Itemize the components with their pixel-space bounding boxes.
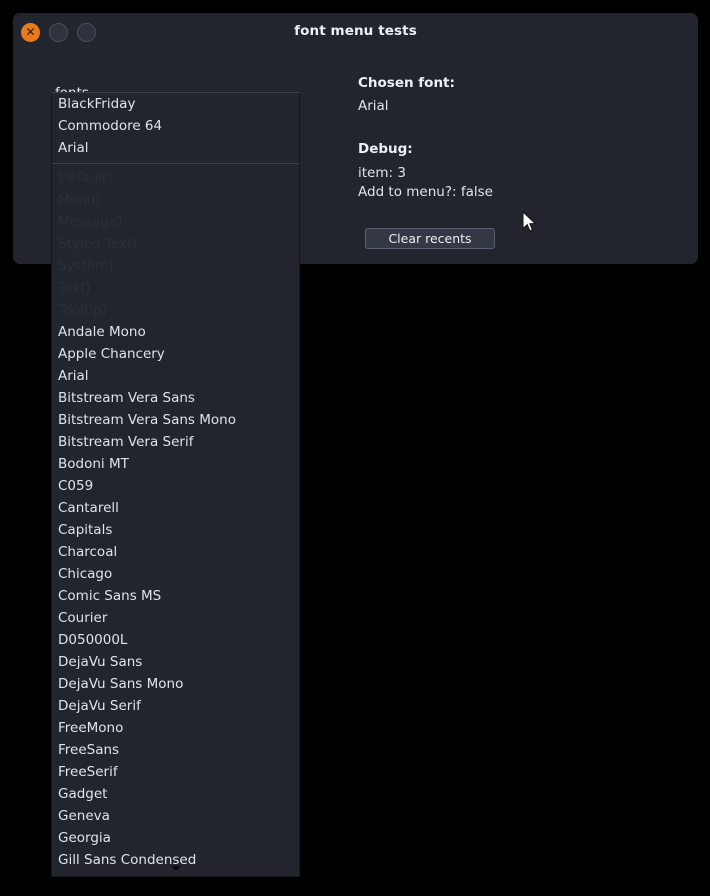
dropdown-disabled-item: Text): [58, 280, 91, 296]
dropdown-font-item[interactable]: Bitstream Vera Sans: [52, 387, 299, 409]
dropdown-disabled-item: Message): [58, 214, 123, 230]
dropdown-disabled-item: Tooltip): [58, 302, 108, 318]
clear-recents-button[interactable]: Clear recents: [365, 228, 495, 249]
dropdown-disabled-item: Default): [58, 170, 113, 186]
dropdown-font-item[interactable]: Courier: [52, 607, 299, 629]
dropdown-disabled-item: Styled Text): [58, 236, 138, 252]
dropdown-recent-item[interactable]: BlackFriday: [52, 93, 299, 115]
dropdown-font-item[interactable]: DejaVu Serif: [52, 695, 299, 717]
dropdown-recent-item[interactable]: Arial: [52, 137, 299, 159]
dropdown-font-item[interactable]: FreeMono: [52, 717, 299, 739]
font-dropdown-menu[interactable]: BlackFriday Commodore 64 Arial Default) Menu…: [51, 92, 300, 877]
dropdown-font-item[interactable]: Arial: [52, 365, 299, 387]
dropdown-font-item[interactable]: Chicago: [52, 563, 299, 585]
dropdown-recent-item[interactable]: Commodore 64: [52, 115, 299, 137]
debug-line-item: item: 3: [358, 165, 406, 181]
debug-line-add-to-menu: Add to menu?: false: [358, 184, 493, 200]
screen: ✕ font menu tests fonts Chosen font: Ari…: [0, 0, 710, 896]
window-title: font menu tests: [294, 23, 417, 39]
chosen-font-value: Arial: [358, 98, 389, 114]
dropdown-font-item[interactable]: DejaVu Sans Mono: [52, 673, 299, 695]
dropdown-font-item[interactable]: FreeSans: [52, 739, 299, 761]
dropdown-separator: [52, 163, 299, 164]
dropdown-font-item[interactable]: Capitals: [52, 519, 299, 541]
dropdown-font-item[interactable]: Andale Mono: [52, 321, 299, 343]
dropdown-font-item[interactable]: DejaVu Sans: [52, 651, 299, 673]
dropdown-font-item[interactable]: Gadget: [52, 783, 299, 805]
dropdown-disabled-item: System): [58, 258, 114, 274]
dropdown-font-item[interactable]: Geneva: [52, 805, 299, 827]
dropdown-font-item[interactable]: Bitstream Vera Serif: [52, 431, 299, 453]
info-panel: Chosen font: Arial Debug: item: 3 Add to…: [358, 75, 688, 249]
dropdown-font-item[interactable]: FreeSerif: [52, 761, 299, 783]
dropdown-font-item[interactable]: Bitstream Vera Sans Mono: [52, 409, 299, 431]
dropdown-font-item[interactable]: Charcoal: [52, 541, 299, 563]
dropdown-font-item[interactable]: D050000L: [52, 629, 299, 651]
window-titlebar[interactable]: ✕ font menu tests: [13, 13, 698, 49]
debug-heading: Debug:: [358, 141, 413, 157]
dropdown-font-item[interactable]: Comic Sans MS: [52, 585, 299, 607]
chevron-down-icon[interactable]: [52, 861, 299, 875]
dropdown-font-item[interactable]: Bodoni MT: [52, 453, 299, 475]
chosen-font-heading: Chosen font:: [358, 75, 455, 91]
font-dropdown-list: BlackFriday Commodore 64 Arial Default) Menu…: [52, 93, 299, 871]
dropdown-font-item[interactable]: Apple Chancery: [52, 343, 299, 365]
dropdown-font-item[interactable]: Cantarell: [52, 497, 299, 519]
dropdown-font-item[interactable]: C059: [52, 475, 299, 497]
dropdown-disabled-item: Menu): [58, 192, 101, 208]
dropdown-font-item[interactable]: Georgia: [52, 827, 299, 849]
